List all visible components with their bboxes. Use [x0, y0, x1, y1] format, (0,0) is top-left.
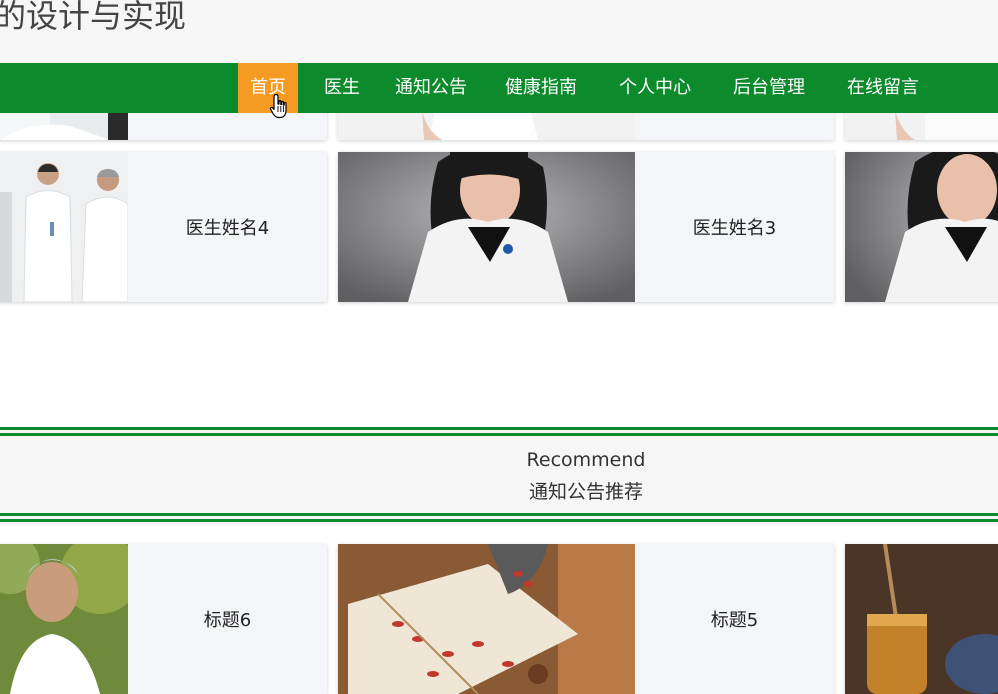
top-banner: 的设计与实现	[0, 0, 998, 63]
doctor-photo	[845, 152, 998, 302]
section-title-en: Recommend	[526, 449, 646, 471]
divider-line	[0, 427, 998, 430]
notice-title: 标题5	[710, 610, 759, 631]
notice-card[interactable]	[845, 544, 998, 694]
notice-card[interactable]: 标题5	[338, 544, 834, 694]
divider-line	[0, 433, 998, 436]
divider-line	[0, 513, 998, 516]
doctor-card[interactable]: 医生姓名3	[338, 152, 834, 302]
nav-item-personal-center[interactable]: 个人中心	[606, 63, 704, 113]
doctor-photo	[338, 152, 635, 302]
recommend-section	[0, 427, 998, 524]
notice-photo	[845, 544, 998, 694]
doctor-card[interactable]	[845, 152, 998, 302]
nav-item-notices[interactable]: 通知公告	[382, 63, 480, 113]
doctor-photo	[0, 152, 128, 302]
nav-item-health-guide[interactable]: 健康指南	[492, 63, 590, 113]
notice-title: 标题6	[203, 610, 252, 631]
nav-item-doctors[interactable]: 医生	[312, 63, 372, 113]
main-nav: 首页 医生 通知公告 健康指南 个人中心 后台管理 在线留言	[0, 63, 998, 113]
doctor-name: 医生姓名3	[692, 218, 777, 239]
nav-item-messages[interactable]: 在线留言	[834, 63, 932, 113]
notice-photo	[338, 544, 635, 694]
nav-item-admin[interactable]: 后台管理	[720, 63, 818, 113]
notice-photo	[0, 544, 128, 694]
doctor-name: 医生姓名4	[185, 218, 270, 239]
site-title: 的设计与实现	[0, 0, 187, 35]
notice-card[interactable]: 标题6	[0, 544, 327, 694]
section-title-cn: 通知公告推荐	[528, 481, 643, 503]
divider-line	[0, 519, 998, 522]
hand-cursor-icon	[269, 93, 287, 119]
doctor-card[interactable]: 医生姓名4	[0, 152, 327, 302]
